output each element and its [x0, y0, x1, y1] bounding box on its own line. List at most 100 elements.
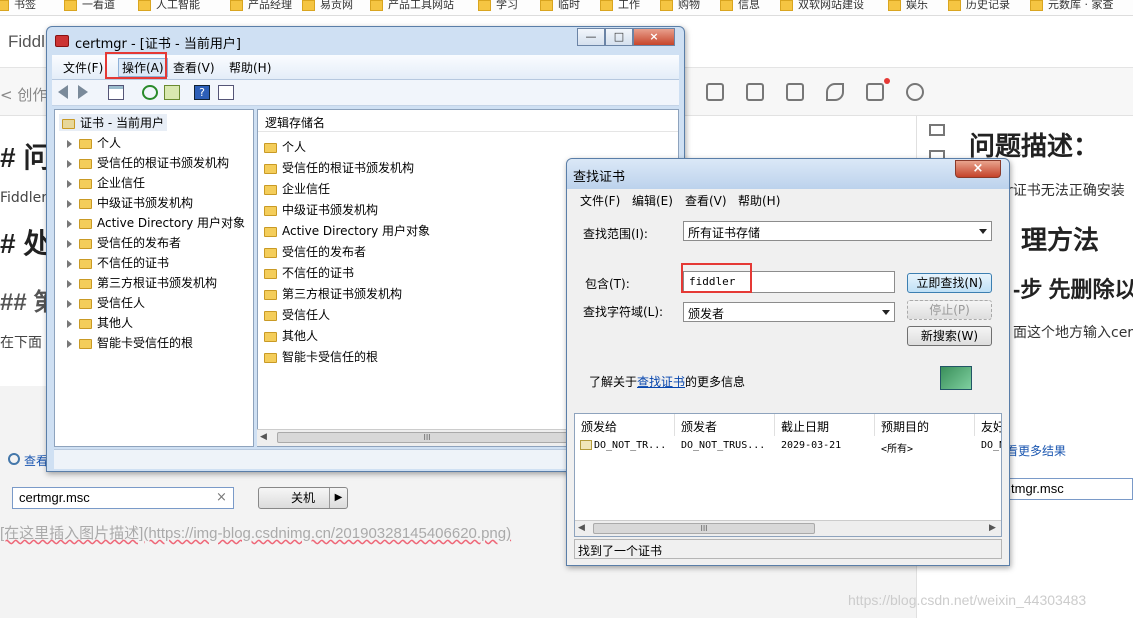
scroll-right-icon[interactable]: ▶ — [989, 523, 996, 533]
info-link[interactable]: 查找证书 — [637, 375, 685, 389]
expand-icon[interactable] — [67, 179, 72, 188]
list-item[interactable]: 其他人 — [264, 327, 318, 344]
scope-select[interactable]: 所有证书存储 — [683, 221, 992, 241]
field-select[interactable]: 颁发者 — [683, 302, 895, 322]
save-icon[interactable] — [866, 83, 884, 101]
maximize-button[interactable]: □ — [605, 28, 633, 46]
clear-icon[interactable]: × — [216, 490, 227, 505]
bookmark-item[interactable]: 临时 — [540, 0, 580, 12]
bookmark-item[interactable]: 购物 — [660, 0, 700, 12]
bookmark-item[interactable]: 信息 — [720, 0, 760, 12]
start-search-input[interactable]: certmgr.msc — [12, 487, 234, 509]
column-expiration[interactable]: 截止日期 — [775, 414, 875, 436]
scroll-left-icon[interactable]: ◀ — [260, 432, 267, 442]
tree-item[interactable]: 第三方根证书颁发机构 — [67, 274, 217, 291]
close-button[interactable]: × — [633, 28, 675, 46]
scroll-thumb[interactable]: III — [277, 432, 577, 443]
expand-icon[interactable] — [67, 139, 72, 148]
list-item[interactable]: 受信任人 — [264, 306, 330, 323]
tree-item[interactable]: 受信任的发布者 — [67, 234, 181, 251]
tree-item[interactable]: 个人 — [67, 134, 121, 151]
list-item[interactable]: Active Directory 用户对象 — [264, 222, 430, 239]
expand-icon[interactable] — [67, 259, 72, 268]
bookmark-item[interactable]: 工作 — [600, 0, 640, 12]
tree-item[interactable]: Active Directory 用户对象 — [67, 214, 245, 231]
bookmark-item[interactable]: 产品工具网站 — [370, 0, 454, 12]
menu-help[interactable]: 帮助(H) — [229, 59, 271, 76]
column-purpose[interactable]: 预期目的 — [875, 414, 975, 436]
table-row[interactable]: DO_NOT_TR... DO_NOT_TRUS... 2029-03-21 <… — [575, 436, 1001, 455]
tree-item[interactable]: 受信任人 — [67, 294, 145, 311]
bookmark-item[interactable]: 学习 — [478, 0, 518, 12]
column-issuer[interactable]: 颁发者 — [675, 414, 775, 436]
search-more-link[interactable]: 查看 — [24, 452, 48, 469]
menu-edit[interactable]: 编辑(E) — [632, 192, 673, 209]
tree-item[interactable]: 企业信任 — [67, 174, 145, 191]
bookmark-item[interactable]: 易贡网 — [302, 0, 353, 12]
column-friendly-name[interactable]: 友好 — [975, 414, 1001, 436]
tab-title[interactable]: Fiddl — [8, 32, 45, 52]
scroll-left-icon[interactable]: ◀ — [578, 523, 585, 533]
tree-item[interactable]: 不信任的证书 — [67, 254, 169, 271]
find-now-button[interactable]: 立即查找(N) — [907, 273, 992, 293]
menu-view[interactable]: 查看(V) — [173, 59, 215, 76]
back-link[interactable]: < 创作 — [0, 84, 47, 105]
expand-icon[interactable] — [67, 159, 72, 168]
column-issued-to[interactable]: 颁发给 — [575, 414, 675, 436]
bookmark-item[interactable]: 产品经理 — [230, 0, 292, 12]
bookmark-item[interactable]: 娱乐 — [888, 0, 928, 12]
expand-icon[interactable] — [67, 299, 72, 308]
tree-root[interactable]: 证书 - 当前用户 — [59, 114, 167, 131]
tree-item[interactable]: 其他人 — [67, 314, 133, 331]
list-item[interactable]: 受信任的根证书颁发机构 — [264, 159, 414, 176]
bookmark-item[interactable]: 一看道 — [64, 0, 115, 12]
back-icon[interactable] — [58, 85, 68, 99]
menu-help[interactable]: 帮助(H) — [738, 192, 780, 209]
menu-file[interactable]: 文件(F) — [580, 192, 620, 209]
list-item[interactable]: 第三方根证书颁发机构 — [264, 285, 402, 302]
expand-icon[interactable] — [67, 339, 72, 348]
list-item[interactable]: 智能卡受信任的根 — [264, 348, 378, 365]
bookmark-item[interactable]: 历史记录 — [948, 0, 1010, 12]
minimize-button[interactable]: — — [577, 28, 605, 46]
bookmark-item[interactable]: 双软网站建设 — [780, 0, 864, 12]
import-icon[interactable] — [706, 83, 724, 101]
export-list-icon[interactable] — [164, 85, 180, 100]
menu-view[interactable]: 查看(V) — [685, 192, 727, 209]
expand-icon[interactable] — [67, 219, 72, 228]
console-tree-icon[interactable] — [108, 85, 124, 100]
scroll-thumb[interactable]: III — [593, 523, 815, 534]
document-icon[interactable] — [786, 83, 804, 101]
bookmark-item[interactable]: 人工智能 — [138, 0, 200, 12]
help-icon[interactable] — [906, 83, 924, 101]
list-item[interactable]: 个人 — [264, 138, 306, 155]
column-header[interactable]: 逻辑存储名 — [258, 110, 678, 132]
properties-icon[interactable] — [218, 85, 234, 100]
list-item[interactable]: 不信任的证书 — [264, 264, 354, 281]
tree-item[interactable]: 受信任的根证书颁发机构 — [67, 154, 229, 171]
forward-icon[interactable] — [78, 85, 88, 99]
bookmark-item[interactable]: 元数库 · 家查 — [1030, 0, 1114, 12]
new-search-button[interactable]: 新搜索(W) — [907, 326, 992, 346]
bookmark-item[interactable]: 书签 — [0, 0, 36, 12]
menu-file[interactable]: 文件(F) — [63, 59, 103, 76]
expand-icon[interactable] — [67, 319, 72, 328]
stop-button[interactable]: 停止(P) — [907, 300, 992, 320]
more-results-link[interactable]: 看更多结果 — [1006, 442, 1066, 459]
tree-item[interactable]: 智能卡受信任的根 — [67, 334, 193, 351]
shutdown-button[interactable]: 关机 ▶ — [258, 487, 348, 509]
list-item[interactable]: 中级证书颁发机构 — [264, 201, 378, 218]
list-item[interactable]: 企业信任 — [264, 180, 330, 197]
start-search-input-right[interactable]: tmgr.msc — [1006, 478, 1133, 500]
chevron-right-icon[interactable]: ▶ — [329, 488, 347, 508]
horizontal-scrollbar[interactable]: ◀ III ▶ — [575, 520, 1001, 536]
help-icon[interactable]: ? — [194, 85, 210, 100]
close-button[interactable]: × — [955, 160, 1001, 178]
tree-item[interactable]: 中级证书颁发机构 — [67, 194, 193, 211]
list-item[interactable]: 受信任的发布者 — [264, 243, 366, 260]
expand-icon[interactable] — [67, 279, 72, 288]
expand-icon[interactable] — [67, 199, 72, 208]
outline-icon[interactable] — [929, 124, 945, 136]
expand-icon[interactable] — [67, 239, 72, 248]
refresh-icon[interactable] — [142, 85, 158, 100]
